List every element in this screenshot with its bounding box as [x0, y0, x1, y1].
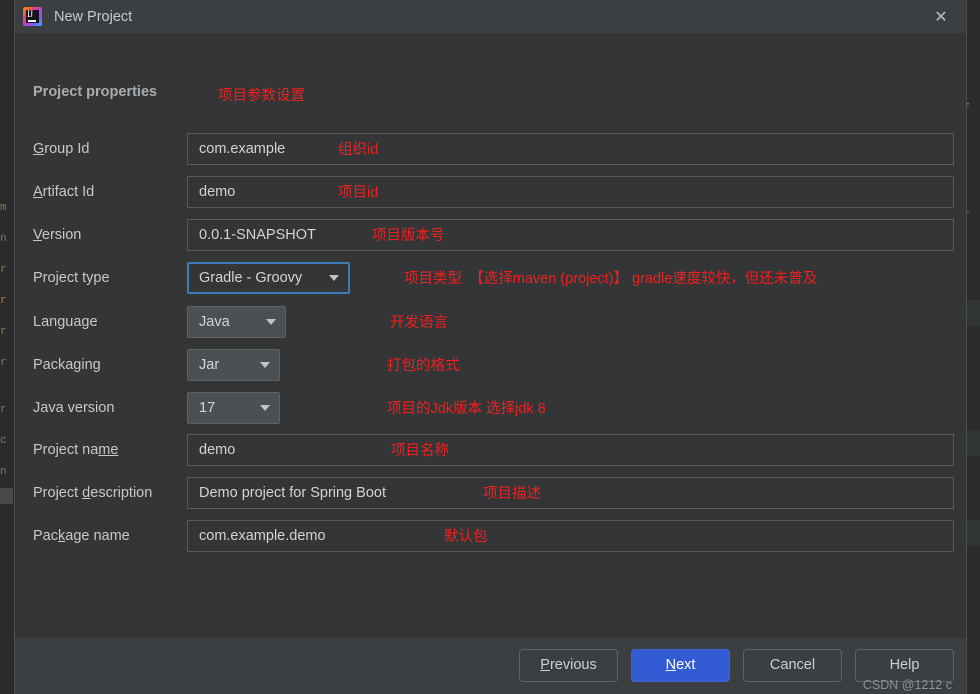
field-label: Artifact Id: [33, 184, 95, 200]
section-heading: Project properties: [33, 84, 158, 100]
dropdown-select[interactable]: Jar: [187, 349, 280, 381]
chevron-down-icon: [329, 275, 339, 281]
text-input[interactable]: com.example: [187, 133, 954, 165]
annotation-text: 项目id: [338, 185, 379, 201]
watermark: CSDN @1212 c: [862, 678, 952, 692]
text-input[interactable]: Demo project for Spring Boot: [187, 477, 954, 509]
background-code-fragment: n: [0, 466, 7, 478]
dialog-titlebar: IJ New Project ✕: [15, 0, 966, 33]
form-row: Language Java 开发语言: [15, 306, 966, 338]
dropdown-select[interactable]: 17: [187, 392, 280, 424]
dropdown-select[interactable]: Gradle - Groovy: [187, 262, 350, 294]
text-input[interactable]: 0.0.1-SNAPSHOT: [187, 219, 954, 251]
annotation-text: 项目名称: [391, 443, 449, 459]
field-label: Packaging: [33, 357, 101, 373]
form-row: Project type Gradle - Groovy 项目类型 【选择maven…: [15, 262, 966, 294]
background-code-fragment: c: [0, 435, 7, 447]
chevron-down-icon: [266, 319, 276, 325]
dialog-button[interactable]: Cancel: [743, 649, 842, 682]
field-label: Java version: [33, 400, 115, 416]
background-code-fragment: r: [0, 295, 7, 307]
background-code-fragment: r: [0, 357, 7, 369]
form-row: Project name demo 项目名称: [15, 434, 966, 466]
background-editor-left-strip: m n r r r r r c n: [0, 0, 14, 694]
form-row: Packaging Jar 打包的格式: [15, 349, 966, 381]
new-project-dialog: IJ New Project ✕ Project properties 项目参数…: [14, 0, 967, 694]
field-label: Group Id: [33, 141, 90, 157]
dialog-body: Project properties 项目参数设置 Group Id com.ex…: [15, 33, 966, 694]
dropdown-select[interactable]: Java: [187, 306, 286, 338]
field-label: Version: [33, 227, 82, 243]
dialog-title: New Project: [54, 8, 133, 25]
field-label: Language: [33, 314, 98, 330]
chevron-down-icon: [260, 405, 270, 411]
form-row: Artifact Id demo 项目id: [15, 176, 966, 208]
field-label: Project description: [33, 485, 153, 501]
dropdown-value: Jar: [199, 357, 220, 373]
form-row: Java version 17 项目的Jdk版本 选择jdk 8: [15, 392, 966, 424]
chevron-down-icon: [260, 362, 270, 368]
text-input[interactable]: demo: [187, 434, 954, 466]
annotation-text: 项目描述: [483, 486, 541, 502]
text-input[interactable]: demo: [187, 176, 954, 208]
dialog-button[interactable]: Previous: [519, 649, 618, 682]
form-row: Version 0.0.1-SNAPSHOT 项目版本号: [15, 219, 966, 251]
dialog-button-bar: Previous Next Cancel Help CSDN @1212 c: [15, 638, 966, 694]
field-label: Package name: [33, 528, 130, 544]
background-code-fragment: r: [0, 264, 7, 276]
annotation-text: 项目类型 【选择maven (project)】 gradle速度较快，但还未普…: [404, 271, 818, 287]
annotation-text: 默认包: [444, 529, 488, 545]
section-heading-annotation: 项目参数设置: [218, 88, 305, 104]
field-label: Project name: [33, 442, 119, 458]
background-code-fragment: n: [0, 233, 7, 245]
field-label: Project type: [33, 270, 110, 286]
dropdown-value: Gradle - Groovy: [199, 270, 303, 286]
close-icon[interactable]: ✕: [930, 6, 952, 28]
text-input[interactable]: com.example.demo: [187, 520, 954, 552]
editor-scrollbar-thumb[interactable]: [0, 488, 13, 504]
form-row: Group Id com.example 组织id: [15, 133, 966, 165]
background-code-fragment: r: [0, 404, 7, 416]
background-code-fragment: r: [0, 326, 7, 338]
dropdown-value: 17: [199, 400, 216, 416]
annotation-text: 开发语言: [390, 315, 448, 331]
annotation-text: 项目的Jdk版本 选择jdk 8: [387, 401, 546, 417]
screen: mnrrrrrcn fi IJ New Project ✕ Project pr…: [0, 0, 980, 694]
dialog-button[interactable]: Next: [631, 649, 730, 682]
form-row: Project description Demo project for Spri…: [15, 477, 966, 509]
annotation-text: 打包的格式: [387, 358, 460, 374]
annotation-text: 项目版本号: [372, 228, 445, 244]
annotation-text: 组织id: [338, 142, 379, 158]
dropdown-value: Java: [199, 314, 230, 330]
intellij-idea-logo-icon: IJ: [23, 7, 42, 26]
background-code-fragment: m: [0, 202, 7, 214]
form-row: Package name com.example.demo 默认包: [15, 520, 966, 552]
